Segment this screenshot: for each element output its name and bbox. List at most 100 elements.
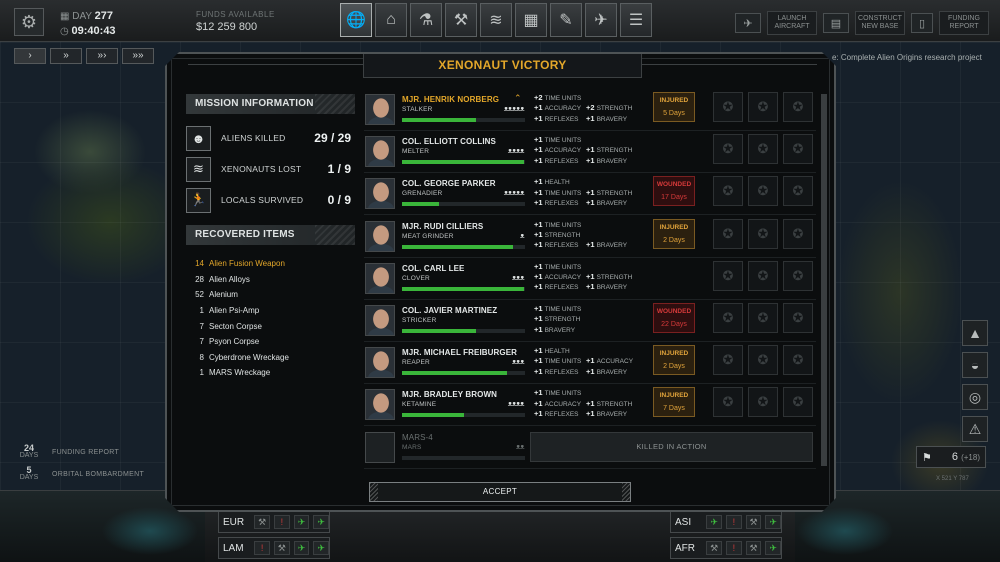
status-label: WOUNDED — [656, 308, 692, 315]
soldier-list-scrollbar[interactable] — [821, 94, 827, 466]
stat-gain-label: ACCURACY — [544, 274, 582, 282]
stat-gain-value: +1 — [534, 187, 543, 197]
soldier-row[interactable]: MJR. BRADLEY BROWN KETAMINE ᴥᴥᴥᴥ +1 TIME UNI… — [364, 386, 816, 427]
wrench-icon: ⚒ — [745, 541, 762, 555]
stat-gain-label: STRENGTH — [596, 274, 633, 282]
stat-gain-label: STRENGTH — [544, 231, 581, 239]
fast-forward-icon[interactable]: » — [50, 48, 82, 64]
recovered-items-header: RECOVERED ITEMS — [186, 225, 355, 245]
soldier-portrait — [365, 220, 395, 252]
stat-gain-label: TIME UNITS — [544, 306, 582, 313]
hangar-icon[interactable]: ⌂ — [375, 3, 407, 37]
stat-label: XENONAUTS LOST — [221, 164, 302, 174]
experience-fill — [402, 202, 439, 207]
item-name: Secton Corpse — [209, 321, 262, 331]
soldier-row[interactable]: COL. GEORGE PARKER GRENADIER ᴥᴥᴥᴥᴥ +1 HEALTH… — [364, 175, 816, 216]
item-quantity: 1 — [199, 306, 204, 316]
construct-base-button[interactable]: ▤ CONSTRUCT NEW BASE — [823, 11, 905, 35]
stat-gain-value: +1 — [534, 261, 543, 271]
stat-value: 0 / 9 — [327, 193, 351, 207]
stat-gain-value: +1 — [534, 272, 543, 282]
soldier-name: COL. CARL LEE — [402, 263, 465, 273]
engineering-icon[interactable]: ⚒ — [445, 3, 477, 37]
stat-gain-value: +2 — [586, 103, 595, 113]
soldier-row[interactable]: MJR. HENRIK NORBERG ⌃ STALKER ᴥᴥᴥᴥᴥ +2 TIME U… — [364, 91, 816, 131]
stat-gain: +1 REFLEXES — [534, 198, 590, 209]
recovered-item: 7 Psyon Corpse — [191, 334, 351, 350]
stat-gain-label: TIME UNITS — [544, 390, 582, 398]
region-code: EUR — [223, 516, 245, 528]
promotion-icon: ⌃ — [514, 93, 522, 103]
item-name: Alien Fusion Weapon — [209, 259, 285, 269]
ufo-icon[interactable]: ◒ — [962, 352, 988, 378]
item-quantity: 8 — [199, 352, 204, 362]
alien-base-icon[interactable]: ▲ — [962, 320, 988, 346]
medal-icons: ᴥᴥᴥ — [511, 357, 525, 367]
launch-aircraft-button[interactable]: ✈ LAUNCH AIRCRAFT — [735, 11, 817, 35]
funds-value: $12 259 800 — [196, 21, 258, 33]
medal-slot-icon: ✪ — [748, 134, 778, 165]
event-days: 24 — [23, 443, 34, 453]
region-eur[interactable]: EUR ⚒! ✈ ✈ — [218, 511, 330, 533]
soldier-row[interactable]: COL. CARL LEE CLOVER ᴥᴥᴥ +1 TIME UNITS +1 ACCU… — [364, 260, 816, 300]
armory-icon[interactable]: ✎ — [550, 3, 582, 37]
stat-gain-value: +1 — [586, 408, 595, 418]
aircraft-count[interactable]: ⚑ 6 (+18) — [916, 446, 986, 468]
item-quantity: 7 — [199, 321, 204, 331]
medal-slots: ✪ ✪ ✪ — [713, 176, 813, 207]
soldier-row-dead: MARS-4 MARS ᴥᴥ KILLED IN ACTION — [364, 429, 816, 469]
warning-icon[interactable]: ⚠ — [962, 416, 988, 442]
soldier-portrait — [365, 178, 395, 210]
upcoming-events: 24 DAYS FUNDING REPORT 5 DAYS ORBITAL BOMB… — [18, 444, 144, 488]
stat-label: ALIENS KILLED — [221, 133, 286, 143]
status-days: 7 Days — [663, 405, 685, 413]
fastest-forward-icon[interactable]: »» — [122, 48, 154, 64]
launch-aircraft-label: LAUNCH AIRCRAFT — [767, 11, 817, 35]
stat-gain-value: +1 — [534, 219, 543, 229]
recovered-item: 28 Alien Alloys — [191, 272, 351, 288]
soldier-row[interactable]: COL. JAVIER MARTINEZ STRICKER +1 TIME UNITS… — [364, 302, 816, 342]
stat-gain-label: REFLEXES — [544, 284, 579, 292]
soldier-name: COL. GEORGE PARKER — [402, 179, 496, 189]
research-icon[interactable]: ⚗ — [410, 3, 442, 37]
region-asi[interactable]: ASI ✈! ⚒ ✈ — [670, 511, 782, 533]
alert-icon: ! — [254, 541, 270, 555]
event-label: FUNDING REPORT — [52, 448, 120, 456]
stat-gain-label: ACCURACY — [544, 400, 582, 408]
globe-alert-icon[interactable]: ◎ — [962, 384, 988, 410]
medal-slot-icon: ✪ — [783, 134, 813, 165]
region-lam[interactable]: LAM ! ⚒ ✈ ✈ — [218, 537, 330, 559]
status-badge: INJURED 2 Days — [653, 218, 695, 249]
experience-fill — [402, 371, 507, 376]
soldier-row[interactable]: MJR. MICHAEL FREIBURGER REAPER ᴥᴥᴥ +1 HEALTH… — [364, 344, 816, 385]
medal-slot-icon: ✪ — [748, 345, 778, 376]
faster-forward-icon[interactable]: »› — [86, 48, 118, 64]
stat-gain-value: +1 — [586, 113, 595, 123]
soldier-row[interactable]: MJR. RUDI CILLIERS MEAT GRINDER ᴥ +1 TIME UN… — [364, 218, 816, 258]
scrollbar-thumb[interactable] — [821, 94, 827, 466]
stat-gain-label: TIME UNITS — [544, 189, 582, 197]
soldier-portrait — [365, 305, 395, 336]
medal-icons: ᴥᴥᴥᴥ — [507, 146, 525, 156]
soldier-name: MJR. BRADLEY BROWN — [402, 390, 497, 400]
funding-report-button[interactable]: ▯ FUNDING REPORT — [911, 11, 989, 35]
soldier-row[interactable]: COL. ELLIOTT COLLINS MELTER ᴥᴥᴥᴥ +1 TIME UNI… — [364, 133, 816, 174]
accept-button[interactable]: ACCEPT — [369, 482, 631, 502]
medal-icons: ᴥᴥᴥᴥᴥ — [503, 188, 525, 198]
play-icon[interactable]: › — [14, 48, 46, 64]
geoscape-icon[interactable]: 🌐 — [340, 3, 372, 37]
xenopedia-icon[interactable]: ☰ — [620, 3, 652, 37]
stat-gain-value: +1 — [534, 304, 543, 313]
aircraft-icon[interactable]: ✈ — [585, 3, 617, 37]
region-afr[interactable]: AFR ⚒! ⚒ ✈ — [670, 537, 782, 559]
settings-gear-icon[interactable]: ⚙ — [14, 8, 44, 36]
medal-slots: ✪ ✪ ✪ — [713, 218, 813, 249]
base-icon[interactable]: ▦ — [515, 3, 547, 37]
experience-bar — [402, 413, 525, 418]
stat-gain-value: +1 — [534, 229, 543, 239]
stat-gain-label: BRAVERY — [544, 326, 576, 334]
soldiers-icon[interactable]: ≋ — [480, 3, 512, 37]
stat-gain-label: BRAVERY — [596, 410, 628, 418]
mission-info-header: MISSION INFORMATION — [186, 94, 355, 114]
stat-gain-label: BRAVERY — [596, 157, 628, 165]
